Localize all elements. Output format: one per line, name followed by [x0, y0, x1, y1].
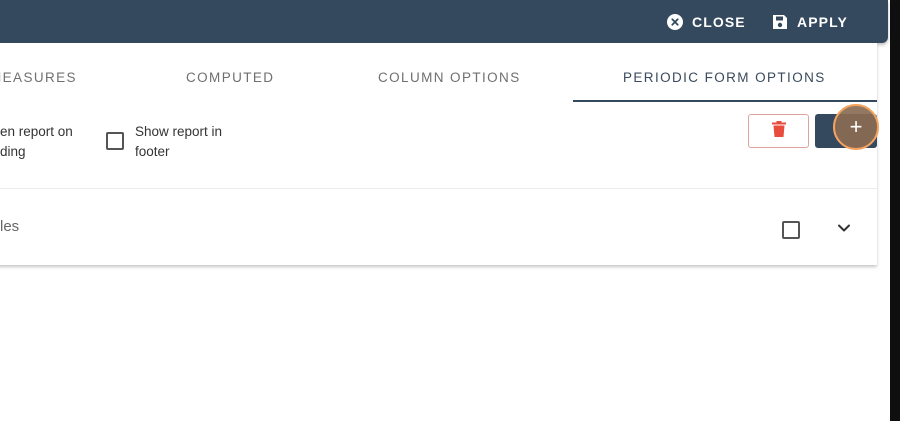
tab-computed[interactable]: COMPUTED	[186, 70, 274, 85]
options-panel: MEASURES COMPUTED COLUMN OPTIONS PERIODI…	[0, 43, 877, 265]
show-in-footer-checkbox[interactable]	[106, 132, 124, 150]
close-circle-icon	[667, 14, 683, 30]
delete-button[interactable]	[748, 114, 809, 148]
divider	[0, 188, 877, 189]
apply-button[interactable]: APPLY	[772, 11, 848, 33]
row-label: les	[0, 218, 20, 235]
option-label-line: footer	[135, 144, 170, 159]
option-label-line: ding	[0, 144, 26, 159]
save-icon	[772, 14, 788, 30]
row-checkbox[interactable]	[782, 221, 800, 239]
tab-periodic-form-options[interactable]: PERIODIC FORM OPTIONS	[623, 70, 826, 85]
dialog-header: CLOSE APPLY	[0, 0, 888, 43]
chevron-down-icon[interactable]	[837, 221, 851, 235]
add-icon[interactable]: +	[833, 104, 879, 150]
option-label-line: en report on	[0, 124, 73, 139]
option-label-line: Show report in	[135, 124, 223, 139]
close-label: CLOSE	[692, 14, 746, 30]
window-edge	[890, 0, 900, 421]
plus-icon: +	[849, 114, 863, 139]
tab-measures[interactable]: MEASURES	[0, 70, 77, 85]
apply-label: APPLY	[797, 14, 848, 30]
close-button[interactable]: CLOSE	[667, 11, 746, 33]
active-tab-indicator	[573, 100, 877, 102]
trash-icon	[771, 120, 786, 142]
tab-column-options[interactable]: COLUMN OPTIONS	[378, 70, 521, 85]
show-in-footer-label: Show report in footer	[135, 122, 222, 162]
header-report-option-label: en report on ding	[0, 122, 73, 162]
